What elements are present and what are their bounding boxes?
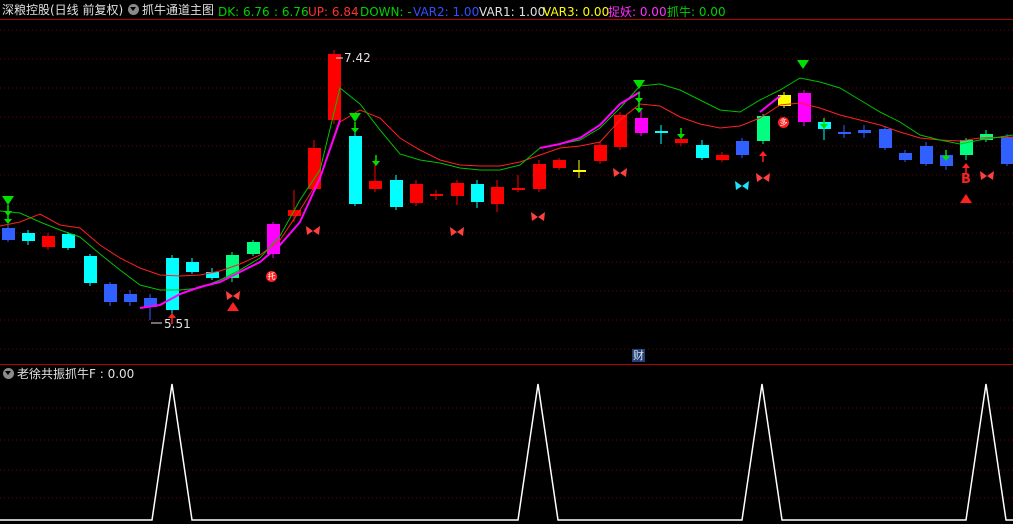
candle-body xyxy=(369,181,382,189)
dropdown-circle-icon[interactable] xyxy=(3,368,14,379)
butterfly-icon xyxy=(531,212,545,221)
butterfly-icon xyxy=(450,227,464,236)
duo-badge: 多 xyxy=(778,117,789,128)
candle-body xyxy=(594,145,607,161)
candle-body xyxy=(124,294,137,302)
candle-body xyxy=(696,145,709,158)
candle-body xyxy=(491,187,504,204)
butterfly-icon xyxy=(735,181,749,190)
candle-body xyxy=(42,236,55,247)
candle-body xyxy=(471,184,484,202)
candle-body xyxy=(635,118,648,133)
sub-panel-title[interactable]: 老徐共振抓牛F : 0.00 xyxy=(17,366,134,382)
candle-body xyxy=(573,170,586,172)
candle-body xyxy=(390,180,403,207)
candle-body xyxy=(104,284,117,302)
ma-red-line xyxy=(0,102,1013,277)
candle-body xyxy=(22,233,35,241)
butterfly-icon xyxy=(756,173,770,182)
sell-arrow-icon xyxy=(349,113,361,122)
oscillator-line xyxy=(0,383,1013,521)
candle-body xyxy=(451,183,464,196)
candle-body xyxy=(166,258,179,310)
candle-body xyxy=(736,141,749,155)
candle-body xyxy=(62,234,75,248)
candle-body xyxy=(349,136,362,204)
candle-body xyxy=(655,131,668,133)
candle-body xyxy=(430,194,443,196)
butterfly-icon xyxy=(613,168,627,177)
candle-body xyxy=(512,188,525,190)
candle-body xyxy=(838,132,851,134)
price-chart[interactable] xyxy=(0,0,1013,524)
candle-body xyxy=(84,256,97,283)
butterfly-icon xyxy=(980,171,994,180)
ma-green-line xyxy=(0,77,1013,291)
candle-body xyxy=(858,130,871,133)
buy-arrow-icon xyxy=(960,194,972,203)
candle-body xyxy=(533,164,546,189)
candle-body xyxy=(1001,137,1013,164)
candle-body xyxy=(186,262,199,272)
sell-arrow-icon xyxy=(797,60,809,69)
candle-body xyxy=(2,228,15,240)
candle-body xyxy=(247,242,260,254)
candle-body xyxy=(553,160,566,168)
low-price-label: 5.51 xyxy=(164,317,191,331)
high-price-label: 7.42 xyxy=(344,51,371,65)
down-arrow-icon xyxy=(677,134,685,139)
up-arrow-icon xyxy=(759,151,767,156)
tuo-badge: 托 xyxy=(266,271,277,282)
up-arrow-icon xyxy=(962,163,970,168)
down-arrow-icon xyxy=(351,128,359,133)
candle-body xyxy=(716,155,729,160)
down-arrow-icon xyxy=(372,161,380,166)
candle-body xyxy=(920,146,933,164)
sub-panel-header: 老徐共振抓牛F : 0.00 xyxy=(0,364,1013,384)
candle-body xyxy=(879,129,892,148)
butterfly-icon xyxy=(226,291,240,300)
candle-body xyxy=(899,153,912,160)
down-arrow-icon xyxy=(635,108,643,113)
candle-body xyxy=(757,116,770,141)
candle-body xyxy=(798,93,811,122)
sell-arrow-icon xyxy=(633,80,645,89)
down-arrow-icon xyxy=(4,219,12,224)
candle-body xyxy=(308,148,321,189)
cai-badge[interactable]: 财 xyxy=(632,349,645,362)
buy-signal-letter: B xyxy=(961,172,971,187)
butterfly-icon xyxy=(306,226,320,235)
candle-body xyxy=(675,139,688,143)
candle-body xyxy=(410,184,423,203)
buy-arrow-icon xyxy=(227,302,239,311)
